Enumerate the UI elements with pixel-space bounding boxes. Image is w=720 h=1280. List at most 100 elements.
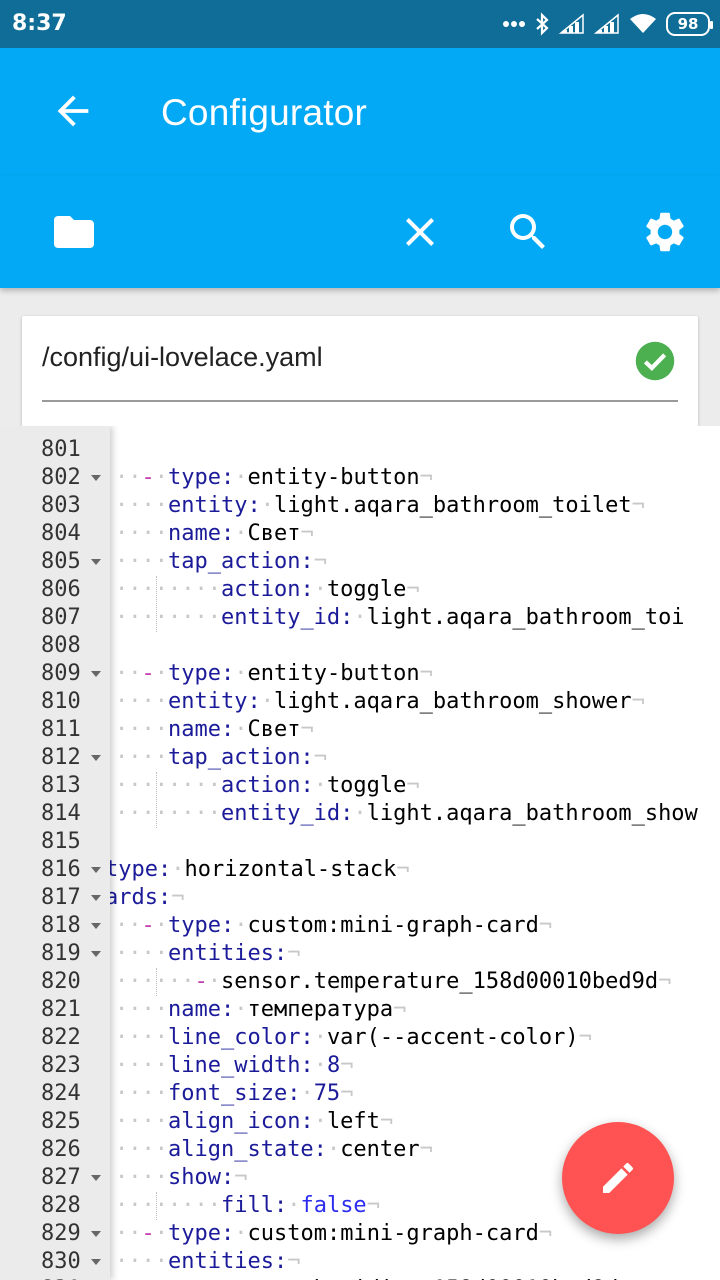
code-line[interactable]: ····show:¬ [115, 1164, 247, 1192]
input-underline [42, 400, 678, 402]
fold-arrow-icon[interactable] [91, 951, 101, 957]
code-line[interactable]: ····entities:¬ [115, 940, 300, 968]
code-line[interactable]: ··-·type:·custom:mini-graph-card¬ [115, 1220, 552, 1248]
code-line[interactable]: ····name:·температура¬ [115, 996, 406, 1024]
line-number: 819 [0, 940, 110, 968]
signal-icon-2 [594, 13, 619, 34]
code-line[interactable]: ··-·type:·entity-button¬ [115, 660, 433, 688]
code-token: font_size: [167, 1081, 301, 1106]
code-line[interactable]: ····line_color:·var(--accent-color)¬ [115, 1024, 592, 1052]
code-line[interactable]: ····align_icon:·left¬ [115, 1108, 393, 1136]
folder-icon[interactable] [50, 208, 98, 256]
line-number: 827 [0, 1164, 110, 1192]
line-number-text: 802 [41, 465, 81, 490]
code-line[interactable]: ········fill:·false¬ [115, 1192, 380, 1220]
wifi-icon [630, 14, 656, 33]
line-number-text: 830 [41, 1249, 81, 1274]
fold-arrow-icon[interactable] [91, 895, 101, 901]
code-line[interactable]: ards:¬ [110, 884, 184, 912]
code-token: · [326, 1137, 341, 1162]
code-token: ¬ [313, 745, 327, 770]
battery-icon: 98 [666, 12, 713, 36]
code-line[interactable]: ········action:·toggle¬ [115, 576, 420, 604]
code-line[interactable]: ····line_width:·8¬ [115, 1052, 353, 1080]
fold-arrow-icon[interactable] [91, 755, 101, 761]
file-path-input[interactable]: /config/ui-lovelace.yaml [42, 342, 323, 373]
fold-arrow-icon[interactable] [91, 475, 101, 481]
line-number-text: 813 [41, 773, 81, 798]
line-number-text: 804 [41, 521, 81, 546]
line-number-text: 812 [41, 745, 81, 770]
fold-arrow-icon[interactable] [91, 671, 101, 677]
code-token: var(--accent-color) [326, 1025, 579, 1050]
code-line[interactable]: ····entity:·light.aqara_bathroom_shower¬ [115, 688, 645, 716]
code-line[interactable]: ····entities:¬ [115, 1248, 300, 1276]
line-number-text: 814 [41, 801, 81, 826]
line-number-text: 810 [41, 689, 81, 714]
code-line[interactable]: ····tap_action:¬ [115, 744, 327, 772]
code-line[interactable]: ····name:·Свет¬ [115, 716, 314, 744]
code-line[interactable]: ····font_size:·75¬ [115, 1080, 353, 1108]
code-token: ¬ [300, 521, 314, 546]
line-number-text: 809 [41, 661, 81, 686]
line-number-text: 826 [41, 1137, 81, 1162]
fold-arrow-icon[interactable] [91, 559, 101, 565]
code-token: - [141, 1221, 155, 1246]
code-line[interactable]: ····entity:·light.aqara_bathroom_toilet¬ [115, 492, 645, 520]
code-token: · [353, 605, 367, 630]
fold-arrow-icon[interactable] [91, 1231, 101, 1237]
code-token: custom:mini-graph-card [247, 913, 539, 938]
code-token: · [154, 913, 168, 938]
code-token: type: [168, 465, 235, 490]
close-icon[interactable] [396, 208, 444, 256]
code-line[interactable]: ····align_state:·center¬ [115, 1136, 433, 1164]
fold-arrow-icon[interactable] [91, 1259, 101, 1265]
line-number-text: 819 [41, 941, 81, 966]
line-number-gutter: 801 802 803 804 805 806 807 808 809 810 811 812 813 8… [0, 426, 110, 1280]
line-number: 806 [0, 576, 110, 604]
code-line[interactable]: ········entity_id:·light.aqara_bathroom_… [115, 604, 685, 632]
fold-arrow-icon[interactable] [91, 923, 101, 929]
code-token: · [234, 913, 248, 938]
pencil-icon [603, 1162, 634, 1193]
code-token: line_width: [167, 1053, 314, 1078]
code-token: ¬ [171, 885, 185, 910]
code-line[interactable]: ······-·sensor.temperature_158d00010bed9… [115, 968, 671, 996]
code-line[interactable]: ····tap_action:¬ [115, 548, 327, 576]
code-token: - [141, 465, 155, 490]
code-token: ·· [115, 465, 142, 490]
code-token: entities: [167, 941, 288, 966]
code-token: name: [167, 717, 235, 742]
code-line[interactable]: ··-·type:·custom:mini-graph-card¬ [115, 912, 552, 940]
indent-guide [156, 576, 157, 632]
code-line[interactable]: ··-·type:·entity-button¬ [115, 464, 433, 492]
line-number: 826 [0, 1136, 110, 1164]
code-token: entities: [167, 1249, 288, 1274]
code-token: type: [168, 661, 235, 686]
code-line[interactable]: ······-·sensor.humidity_158d00010bed9d [115, 1276, 618, 1280]
back-arrow-icon[interactable] [50, 88, 96, 134]
code-token: ········ [115, 773, 221, 798]
line-number-text: 806 [41, 577, 81, 602]
line-number-text: 805 [41, 549, 81, 574]
code-line[interactable]: ········action:·toggle¬ [115, 772, 420, 800]
gear-icon[interactable] [641, 208, 689, 256]
fold-arrow-icon[interactable] [91, 1175, 101, 1181]
search-icon[interactable] [504, 208, 552, 256]
code-line[interactable]: ····name:·Свет¬ [115, 520, 314, 548]
code-token: show: [167, 1165, 235, 1190]
edit-fab-button[interactable] [562, 1122, 674, 1234]
code-token: line_color: [167, 1025, 314, 1050]
line-number: 829 [0, 1220, 110, 1248]
code-line[interactable]: type:·horizontal-stack¬ [110, 856, 410, 884]
code-token: ···· [115, 549, 168, 574]
code-token: · [171, 857, 185, 882]
line-number-text: 824 [41, 1081, 81, 1106]
code-token: · [234, 465, 248, 490]
code-token: ···· [115, 745, 168, 770]
code-line[interactable]: ········entity_id:·light.aqara_bathroom_… [115, 800, 698, 828]
line-number: 822 [0, 1024, 110, 1052]
fold-arrow-icon[interactable] [91, 867, 101, 873]
code-token: left [326, 1109, 380, 1134]
code-token: ···· [115, 717, 168, 742]
